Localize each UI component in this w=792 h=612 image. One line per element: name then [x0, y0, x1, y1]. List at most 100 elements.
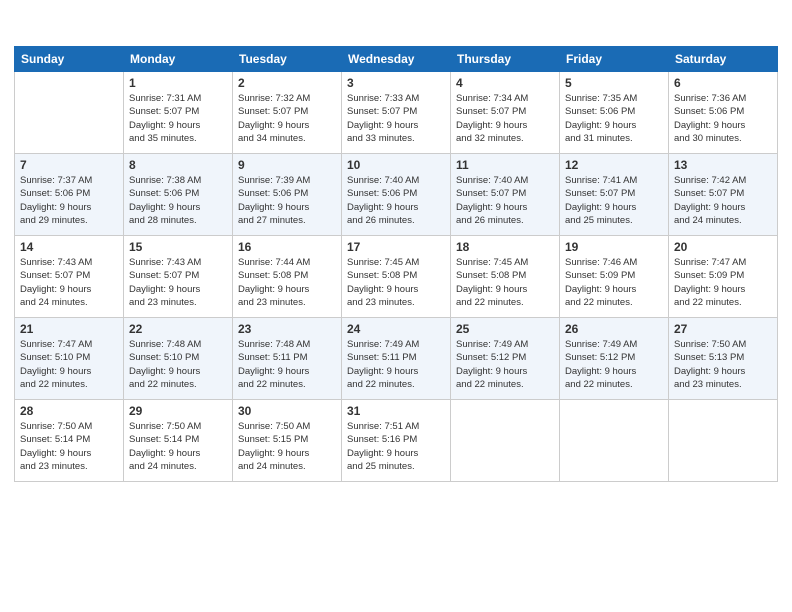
- calendar-cell: 16 Sunrise: 7:44 AM Sunset: 5:08 PM Dayli…: [233, 236, 342, 318]
- day-number: 6: [674, 76, 772, 90]
- day-info: Sunrise: 7:40 AM Sunset: 5:06 PM Dayligh…: [347, 174, 445, 227]
- day-info: Sunrise: 7:48 AM Sunset: 5:11 PM Dayligh…: [238, 338, 336, 391]
- weekday-header-wednesday: Wednesday: [342, 47, 451, 72]
- day-info: Sunrise: 7:39 AM Sunset: 5:06 PM Dayligh…: [238, 174, 336, 227]
- day-info: Sunrise: 7:50 AM Sunset: 5:13 PM Dayligh…: [674, 338, 772, 391]
- day-number: 9: [238, 158, 336, 172]
- calendar-cell: 5 Sunrise: 7:35 AM Sunset: 5:06 PM Daylig…: [560, 72, 669, 154]
- calendar-cell: 13Sunrise: 7:42 AM Sunset: 5:07 PM Dayli…: [669, 154, 778, 236]
- day-info: Sunrise: 7:40 AM Sunset: 5:07 PM Dayligh…: [456, 174, 554, 227]
- calendar-cell: 10 Sunrise: 7:40 AM Sunset: 5:06 PM Dayli…: [342, 154, 451, 236]
- day-info: Sunrise: 7:45 AM Sunset: 5:08 PM Dayligh…: [347, 256, 445, 309]
- calendar-week-1: 1 Sunrise: 7:31 AM Sunset: 5:07 PM Daylig…: [15, 72, 778, 154]
- calendar-cell: [669, 400, 778, 482]
- calendar-week-2: 7Sunrise: 7:37 AM Sunset: 5:06 PM Daylig…: [15, 154, 778, 236]
- day-info: Sunrise: 7:51 AM Sunset: 5:16 PM Dayligh…: [347, 420, 445, 473]
- day-number: 26: [565, 322, 663, 336]
- weekday-header-sunday: Sunday: [15, 47, 124, 72]
- calendar-cell: 20 Sunrise: 7:47 AM Sunset: 5:09 PM Dayli…: [669, 236, 778, 318]
- day-number: 21: [20, 322, 118, 336]
- calendar-cell: 18 Sunrise: 7:45 AM Sunset: 5:08 PM Dayli…: [451, 236, 560, 318]
- weekday-header-monday: Monday: [124, 47, 233, 72]
- calendar-cell: [451, 400, 560, 482]
- calendar-cell: 6 Sunrise: 7:36 AM Sunset: 5:06 PM Daylig…: [669, 72, 778, 154]
- day-number: 2: [238, 76, 336, 90]
- day-number: 15: [129, 240, 227, 254]
- day-info: Sunrise: 7:37 AM Sunset: 5:06 PM Dayligh…: [20, 174, 118, 227]
- day-number: 13: [674, 158, 772, 172]
- day-number: 27: [674, 322, 772, 336]
- day-info: Sunrise: 7:41 AM Sunset: 5:07 PM Dayligh…: [565, 174, 663, 227]
- calendar-cell: 19 Sunrise: 7:46 AM Sunset: 5:09 PM Dayli…: [560, 236, 669, 318]
- calendar-cell: 15 Sunrise: 7:43 AM Sunset: 5:07 PM Dayli…: [124, 236, 233, 318]
- day-info: Sunrise: 7:35 AM Sunset: 5:06 PM Dayligh…: [565, 92, 663, 145]
- calendar-cell: 9 Sunrise: 7:39 AM Sunset: 5:06 PM Daylig…: [233, 154, 342, 236]
- header: General Blue: [14, 10, 778, 38]
- day-number: 29: [129, 404, 227, 418]
- day-info: Sunrise: 7:43 AM Sunset: 5:07 PM Dayligh…: [129, 256, 227, 309]
- day-info: Sunrise: 7:46 AM Sunset: 5:09 PM Dayligh…: [565, 256, 663, 309]
- day-number: 1: [129, 76, 227, 90]
- calendar-cell: 24 Sunrise: 7:49 AM Sunset: 5:11 PM Dayli…: [342, 318, 451, 400]
- calendar-cell: 30 Sunrise: 7:50 AM Sunset: 5:15 PM Dayli…: [233, 400, 342, 482]
- calendar-cell: 7Sunrise: 7:37 AM Sunset: 5:06 PM Daylig…: [15, 154, 124, 236]
- day-number: 4: [456, 76, 554, 90]
- day-info: Sunrise: 7:47 AM Sunset: 5:09 PM Dayligh…: [674, 256, 772, 309]
- day-number: 30: [238, 404, 336, 418]
- day-number: 22: [129, 322, 227, 336]
- day-info: Sunrise: 7:33 AM Sunset: 5:07 PM Dayligh…: [347, 92, 445, 145]
- day-number: 11: [456, 158, 554, 172]
- calendar-cell: 14 Sunrise: 7:43 AM Sunset: 5:07 PM Dayli…: [15, 236, 124, 318]
- weekday-header-row: SundayMondayTuesdayWednesdayThursdayFrid…: [15, 47, 778, 72]
- day-number: 14: [20, 240, 118, 254]
- calendar-cell: 29 Sunrise: 7:50 AM Sunset: 5:14 PM Dayli…: [124, 400, 233, 482]
- calendar-cell: [15, 72, 124, 154]
- calendar-cell: 17 Sunrise: 7:45 AM Sunset: 5:08 PM Dayli…: [342, 236, 451, 318]
- day-number: 24: [347, 322, 445, 336]
- calendar-cell: 28 Sunrise: 7:50 AM Sunset: 5:14 PM Dayli…: [15, 400, 124, 482]
- day-number: 28: [20, 404, 118, 418]
- calendar-cell: 4Sunrise: 7:34 AM Sunset: 5:07 PM Daylig…: [451, 72, 560, 154]
- day-info: Sunrise: 7:43 AM Sunset: 5:07 PM Dayligh…: [20, 256, 118, 309]
- day-info: Sunrise: 7:49 AM Sunset: 5:12 PM Dayligh…: [565, 338, 663, 391]
- day-number: 19: [565, 240, 663, 254]
- day-number: 16: [238, 240, 336, 254]
- day-number: 18: [456, 240, 554, 254]
- day-info: Sunrise: 7:50 AM Sunset: 5:14 PM Dayligh…: [129, 420, 227, 473]
- day-number: 10: [347, 158, 445, 172]
- calendar-cell: 21Sunrise: 7:47 AM Sunset: 5:10 PM Dayli…: [15, 318, 124, 400]
- day-info: Sunrise: 7:38 AM Sunset: 5:06 PM Dayligh…: [129, 174, 227, 227]
- calendar-cell: 31 Sunrise: 7:51 AM Sunset: 5:16 PM Dayli…: [342, 400, 451, 482]
- calendar-cell: 12Sunrise: 7:41 AM Sunset: 5:07 PM Dayli…: [560, 154, 669, 236]
- day-info: Sunrise: 7:48 AM Sunset: 5:10 PM Dayligh…: [129, 338, 227, 391]
- calendar-cell: 27 Sunrise: 7:50 AM Sunset: 5:13 PM Dayli…: [669, 318, 778, 400]
- day-info: Sunrise: 7:49 AM Sunset: 5:12 PM Dayligh…: [456, 338, 554, 391]
- logo: General Blue: [14, 10, 18, 38]
- day-info: Sunrise: 7:49 AM Sunset: 5:11 PM Dayligh…: [347, 338, 445, 391]
- calendar-cell: 11 Sunrise: 7:40 AM Sunset: 5:07 PM Dayli…: [451, 154, 560, 236]
- day-info: Sunrise: 7:45 AM Sunset: 5:08 PM Dayligh…: [456, 256, 554, 309]
- day-number: 5: [565, 76, 663, 90]
- calendar-cell: 1 Sunrise: 7:31 AM Sunset: 5:07 PM Daylig…: [124, 72, 233, 154]
- day-info: Sunrise: 7:31 AM Sunset: 5:07 PM Dayligh…: [129, 92, 227, 145]
- weekday-header-thursday: Thursday: [451, 47, 560, 72]
- calendar-week-5: 28 Sunrise: 7:50 AM Sunset: 5:14 PM Dayli…: [15, 400, 778, 482]
- calendar-cell: 2Sunrise: 7:32 AM Sunset: 5:07 PM Daylig…: [233, 72, 342, 154]
- day-info: Sunrise: 7:36 AM Sunset: 5:06 PM Dayligh…: [674, 92, 772, 145]
- calendar-cell: 3 Sunrise: 7:33 AM Sunset: 5:07 PM Daylig…: [342, 72, 451, 154]
- day-info: Sunrise: 7:44 AM Sunset: 5:08 PM Dayligh…: [238, 256, 336, 309]
- day-number: 31: [347, 404, 445, 418]
- day-number: 20: [674, 240, 772, 254]
- day-info: Sunrise: 7:50 AM Sunset: 5:15 PM Dayligh…: [238, 420, 336, 473]
- day-number: 25: [456, 322, 554, 336]
- calendar-week-4: 21Sunrise: 7:47 AM Sunset: 5:10 PM Dayli…: [15, 318, 778, 400]
- day-number: 3: [347, 76, 445, 90]
- weekday-header-saturday: Saturday: [669, 47, 778, 72]
- calendar-cell: 25 Sunrise: 7:49 AM Sunset: 5:12 PM Dayli…: [451, 318, 560, 400]
- day-info: Sunrise: 7:50 AM Sunset: 5:14 PM Dayligh…: [20, 420, 118, 473]
- calendar: SundayMondayTuesdayWednesdayThursdayFrid…: [14, 46, 778, 482]
- page: General Blue SundayMondayTuesdayWednesda…: [0, 0, 792, 612]
- weekday-header-tuesday: Tuesday: [233, 47, 342, 72]
- calendar-cell: 22 Sunrise: 7:48 AM Sunset: 5:10 PM Dayli…: [124, 318, 233, 400]
- day-number: 17: [347, 240, 445, 254]
